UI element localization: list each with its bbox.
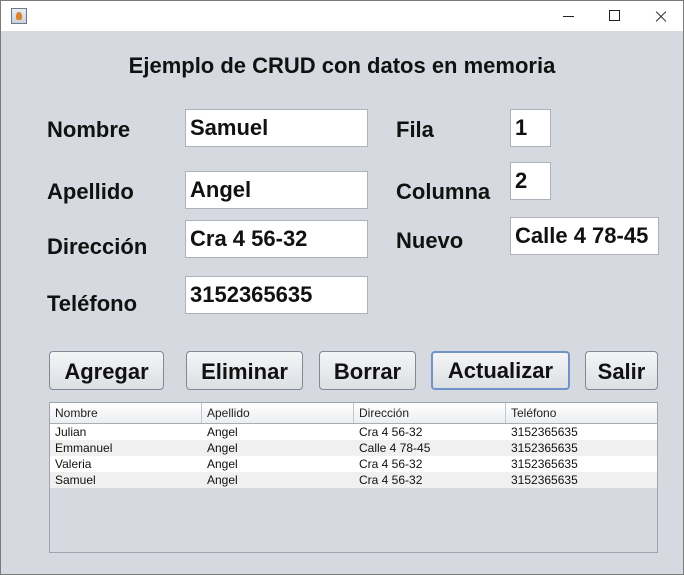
app-window: Ejemplo de CRUD con datos en memoria Nom… [0,0,684,575]
cell-telefono: 3152365635 [511,425,578,439]
cell-apellido: Angel [207,441,238,455]
maximize-icon[interactable] [591,1,637,31]
cell-telefono: 3152365635 [511,473,578,487]
table-row[interactable]: Samuel Angel Cra 4 56-32 3152365635 [50,472,657,488]
direccion-field[interactable]: Cra 4 56-32 [185,220,368,258]
minimize-icon[interactable] [545,1,591,31]
close-icon[interactable] [637,1,683,31]
cell-nombre: Julian [55,425,87,439]
cell-nombre: Emmanuel [55,441,113,455]
telefono-field[interactable]: 3152365635 [185,276,368,314]
column-header-telefono[interactable]: Teléfono [506,403,657,423]
data-table[interactable]: Nombre Apellido Dirección Teléfono Julia… [49,402,658,553]
cell-direccion: Cra 4 56-32 [359,425,423,439]
columna-label: Columna [396,179,491,204]
telefono-label: Teléfono [47,291,138,316]
nuevo-field[interactable]: Calle 4 78-45 [510,217,659,255]
fila-field[interactable]: 1 [510,109,551,147]
fila-label: Fila [396,117,434,142]
table-row[interactable]: Valeria Angel Cra 4 56-32 3152365635 [50,456,657,472]
cell-nombre: Valeria [55,457,92,471]
cell-nombre: Samuel [55,473,96,487]
cell-direccion: Cra 4 56-32 [359,473,423,487]
page-title: Ejemplo de CRUD con datos en memoria [128,53,556,78]
cell-apellido: Angel [207,473,238,487]
actualizar-button[interactable]: Actualizar [431,351,570,390]
nuevo-label: Nuevo [396,228,464,253]
nombre-field[interactable]: Samuel [185,109,368,147]
cell-apellido: Angel [207,425,238,439]
cell-telefono: 3152365635 [511,441,578,455]
column-header-nombre[interactable]: Nombre [50,403,202,423]
java-app-icon[interactable] [11,8,27,24]
salir-button[interactable]: Salir [585,351,658,390]
cell-direccion: Cra 4 56-32 [359,457,423,471]
apellido-field[interactable]: Angel [185,171,368,209]
cell-direccion: Calle 4 78-45 [359,441,431,455]
borrar-button[interactable]: Borrar [319,351,416,390]
table-row[interactable]: Julian Angel Cra 4 56-32 3152365635 [50,424,657,440]
table-body: Julian Angel Cra 4 56-32 3152365635 Emma… [50,424,657,488]
agregar-button[interactable]: Agregar [49,351,164,390]
direccion-label: Dirección [47,234,148,259]
eliminar-button[interactable]: Eliminar [186,351,303,390]
title-bar[interactable] [1,1,683,31]
column-header-direccion[interactable]: Dirección [354,403,506,423]
table-header: Nombre Apellido Dirección Teléfono [50,403,657,424]
cell-telefono: 3152365635 [511,457,578,471]
columna-field[interactable]: 2 [510,162,551,200]
column-header-apellido[interactable]: Apellido [202,403,354,423]
cell-apellido: Angel [207,457,238,471]
nombre-label: Nombre [47,117,131,142]
table-row[interactable]: Emmanuel Angel Calle 4 78-45 3152365635 [50,440,657,456]
apellido-label: Apellido [47,179,134,204]
